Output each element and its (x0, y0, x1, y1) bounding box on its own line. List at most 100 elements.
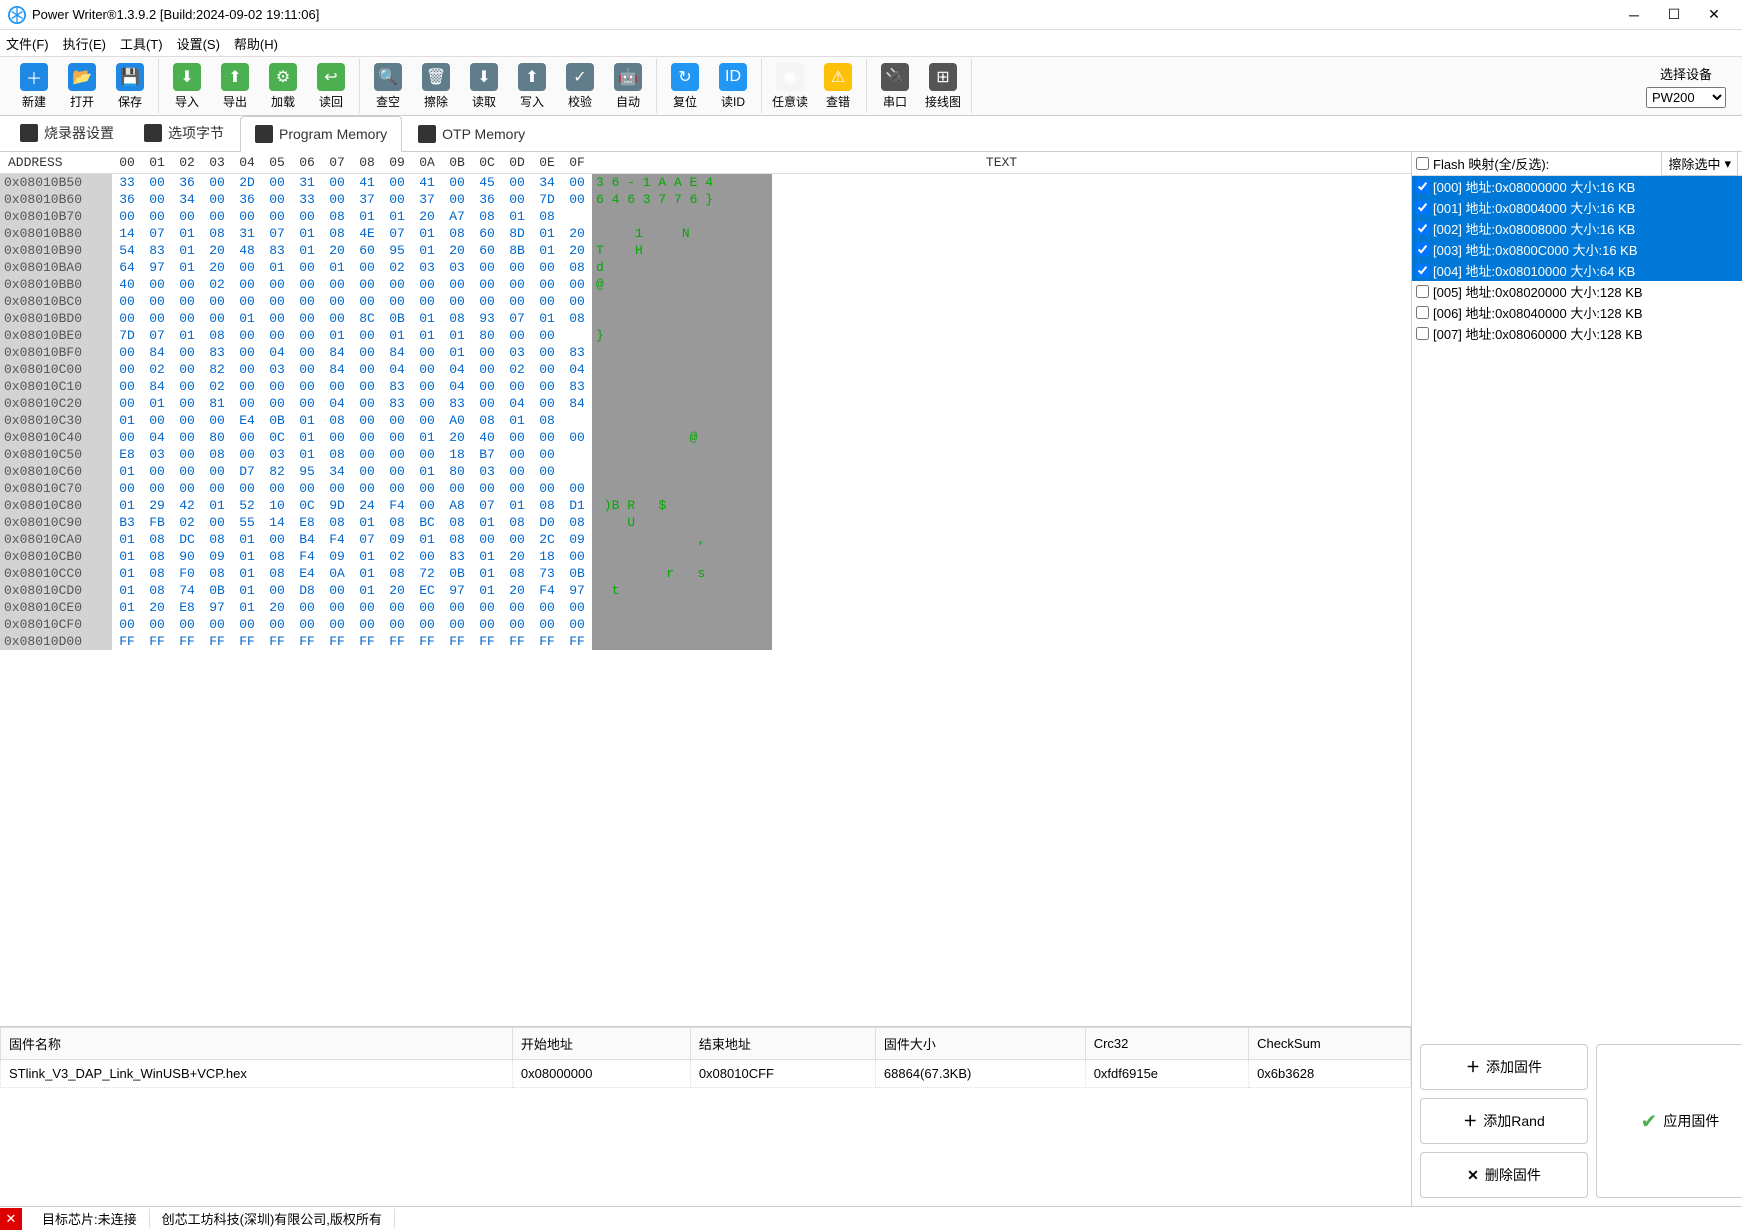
hex-row[interactable]: 0x08010D00FFFFFFFFFFFFFFFFFFFFFFFFFFFFFF… (0, 633, 1411, 650)
sector-checkbox[interactable] (1416, 285, 1429, 298)
hex-row[interactable]: 0x08010BB0400000020000000000000000000000… (0, 276, 1411, 293)
firmware-table[interactable]: 固件名称开始地址结束地址固件大小Crc32CheckSum STlink_V3_… (0, 1027, 1411, 1206)
fw-header[interactable]: 开始地址 (512, 1028, 690, 1060)
menu-item[interactable]: 设置(S) (177, 34, 220, 53)
toolbar-查错[interactable]: ⚠查错 (814, 58, 862, 114)
maximize-button[interactable]: ☐ (1654, 1, 1694, 29)
hex-row[interactable]: 0x08010BF0008400830004008400840001000300… (0, 344, 1411, 361)
flash-sector-list[interactable]: [000] 地址:0x08000000 大小:16 KB[001] 地址:0x0… (1412, 176, 1742, 1036)
close-button[interactable]: ✕ (1694, 1, 1734, 29)
flash-sector-item[interactable]: [006] 地址:0x08040000 大小:128 KB (1412, 302, 1742, 323)
toolbar-读取[interactable]: ⬇读取 (460, 58, 508, 114)
fw-header[interactable]: 固件大小 (875, 1028, 1085, 1060)
hex-row[interactable]: 0x08010B50330036002D00310041004100450034… (0, 174, 1411, 191)
delete-firmware-button[interactable]: ✕删除固件 (1420, 1152, 1588, 1198)
toolbar-保存[interactable]: 💾保存 (106, 58, 154, 114)
toolbar-接线图[interactable]: ⊞接线图 (919, 58, 967, 114)
hex-row[interactable]: 0x08010BA0649701200001000100020303000000… (0, 259, 1411, 276)
sector-checkbox[interactable] (1416, 222, 1429, 235)
hex-row[interactable]: 0x08010CC00108F0080108E40A0108720B010873… (0, 565, 1411, 582)
status-chip: 目标芯片:未连接 (30, 1209, 150, 1228)
apply-firmware-button[interactable]: ✔应用固件 (1596, 1044, 1742, 1198)
hex-row[interactable]: 0x08010C3001000000E40B0108000000A0080108 (0, 412, 1411, 429)
hex-row[interactable]: 0x08010BD000000000010000008C0B0108930701… (0, 310, 1411, 327)
firmware-row[interactable]: STlink_V3_DAP_Link_WinUSB+VCP.hex0x08000… (1, 1060, 1411, 1088)
toolbar-新建[interactable]: ＋新建 (10, 58, 58, 114)
toolbar-复位[interactable]: ↻复位 (661, 58, 709, 114)
flash-sector-item[interactable]: [007] 地址:0x08060000 大小:128 KB (1412, 323, 1742, 344)
chevron-down-icon: ▾ (1724, 156, 1731, 172)
toolbar-导出[interactable]: ⬆导出 (211, 58, 259, 114)
tab-icon (144, 124, 162, 142)
flash-sector-item[interactable]: [000] 地址:0x08000000 大小:16 KB (1412, 176, 1742, 197)
hex-row[interactable]: 0x08010CE00120E8970120000000000000000000… (0, 599, 1411, 616)
toolbar-导入[interactable]: ⬇导入 (163, 58, 211, 114)
hex-row[interactable]: 0x08010BC0000000000000000000000000000000… (0, 293, 1411, 310)
hex-row[interactable]: 0x08010CB0010890090108F40901020083012018… (0, 548, 1411, 565)
flash-sector-item[interactable]: [001] 地址:0x08004000 大小:16 KB (1412, 197, 1742, 218)
erase-mode-dropdown[interactable]: 擦除选中▾ (1661, 151, 1738, 176)
status-company: 创芯工坊科技(深圳)有限公司,版权所有 (150, 1209, 395, 1228)
menu-item[interactable]: 文件(F) (6, 34, 49, 53)
hex-viewer[interactable]: 0x08010B50330036002D00310041004100450034… (0, 174, 1411, 1026)
menu-item[interactable]: 工具(T) (120, 34, 163, 53)
hex-row[interactable]: 0x08010B90548301204883012060950120608B01… (0, 242, 1411, 259)
flash-sector-item[interactable]: [003] 地址:0x0800C000 大小:16 KB (1412, 239, 1742, 260)
tab-icon (20, 124, 38, 142)
hex-row[interactable]: 0x08010CA00108DC080100B4F40709010800002C… (0, 531, 1411, 548)
fw-header[interactable]: 结束地址 (690, 1028, 875, 1060)
tab-OTP Memory[interactable]: OTP Memory (404, 117, 539, 151)
tab-Program Memory[interactable]: Program Memory (240, 116, 402, 152)
toolbar-查空[interactable]: 🔍查空 (364, 58, 412, 114)
hex-row[interactable]: 0x08010C4000040080000C010000000120400000… (0, 429, 1411, 446)
hex-row[interactable]: 0x08010CD00108740B0100D8000120EC970120F4… (0, 582, 1411, 599)
menu-item[interactable]: 执行(E) (63, 34, 106, 53)
toolbar-擦除[interactable]: 🗑擦除 (412, 58, 460, 114)
toolbar-写入[interactable]: ⬆写入 (508, 58, 556, 114)
toolbar-校验[interactable]: ✓校验 (556, 58, 604, 114)
minimize-button[interactable]: ─ (1614, 1, 1654, 29)
接线图-icon: ⊞ (929, 63, 957, 91)
toolbar-读回[interactable]: ↩读回 (307, 58, 355, 114)
sector-checkbox[interactable] (1416, 180, 1429, 193)
add-rand-button[interactable]: ＋添加Rand (1420, 1098, 1588, 1144)
sector-checkbox[interactable] (1416, 306, 1429, 319)
toolbar-串口[interactable]: 🔌串口 (871, 58, 919, 114)
hex-row[interactable]: 0x08010C800129420152100C9D24F400A8070108… (0, 497, 1411, 514)
toolbar-任意读[interactable]: ◉任意读 (766, 58, 814, 114)
toolbar-打开[interactable]: 📂打开 (58, 58, 106, 114)
hex-row[interactable]: 0x08010C00000200820003008400040004000200… (0, 361, 1411, 378)
hex-row[interactable]: 0x08010C90B3FB02005514E8080108BC080108D0… (0, 514, 1411, 531)
flash-selectall-checkbox[interactable] (1416, 157, 1429, 170)
hex-row[interactable]: 0x08010B6036003400360033003700370036007D… (0, 191, 1411, 208)
自动-icon: 🤖 (614, 63, 642, 91)
hex-row[interactable]: 0x08010C70000000000000000000000000000000… (0, 480, 1411, 497)
device-select[interactable]: PW200 (1646, 87, 1726, 108)
toolbar-读ID[interactable]: ID读ID (709, 58, 757, 114)
flash-sector-item[interactable]: [005] 地址:0x08020000 大小:128 KB (1412, 281, 1742, 302)
menu-item[interactable]: 帮助(H) (234, 34, 278, 53)
fw-header[interactable]: CheckSum (1249, 1028, 1411, 1060)
tab-烧录器设置[interactable]: 烧录器设置 (6, 115, 128, 151)
toolbar-加载[interactable]: ⚙加载 (259, 58, 307, 114)
hex-row[interactable]: 0x08010C20000100810000000400830083000400… (0, 395, 1411, 412)
status-error-icon: ✕ (0, 1208, 22, 1230)
hex-row[interactable]: 0x08010B700000000000000008010120A7080108 (0, 208, 1411, 225)
hex-row[interactable]: 0x08010C50E80300080003010800000018B70000 (0, 446, 1411, 463)
hex-row[interactable]: 0x08010B8014070108310701084E070108608D01… (0, 225, 1411, 242)
flash-sector-item[interactable]: [004] 地址:0x08010000 大小:64 KB (1412, 260, 1742, 281)
tab-选项字节[interactable]: 选项字节 (130, 115, 238, 151)
add-firmware-button[interactable]: ＋添加固件 (1420, 1044, 1588, 1090)
sector-checkbox[interactable] (1416, 243, 1429, 256)
toolbar-自动[interactable]: 🤖自动 (604, 58, 652, 114)
hex-row[interactable]: 0x08010C6001000000D782953400000180030000 (0, 463, 1411, 480)
hex-row[interactable]: 0x08010C10008400020000000000830004000000… (0, 378, 1411, 395)
hex-row[interactable]: 0x08010BE07D0701080000000100010101800000… (0, 327, 1411, 344)
flash-sector-item[interactable]: [002] 地址:0x08008000 大小:16 KB (1412, 218, 1742, 239)
fw-header[interactable]: Crc32 (1085, 1028, 1248, 1060)
hex-row[interactable]: 0x08010CF0000000000000000000000000000000… (0, 616, 1411, 633)
sector-checkbox[interactable] (1416, 327, 1429, 340)
sector-checkbox[interactable] (1416, 264, 1429, 277)
sector-checkbox[interactable] (1416, 201, 1429, 214)
fw-header[interactable]: 固件名称 (1, 1028, 513, 1060)
